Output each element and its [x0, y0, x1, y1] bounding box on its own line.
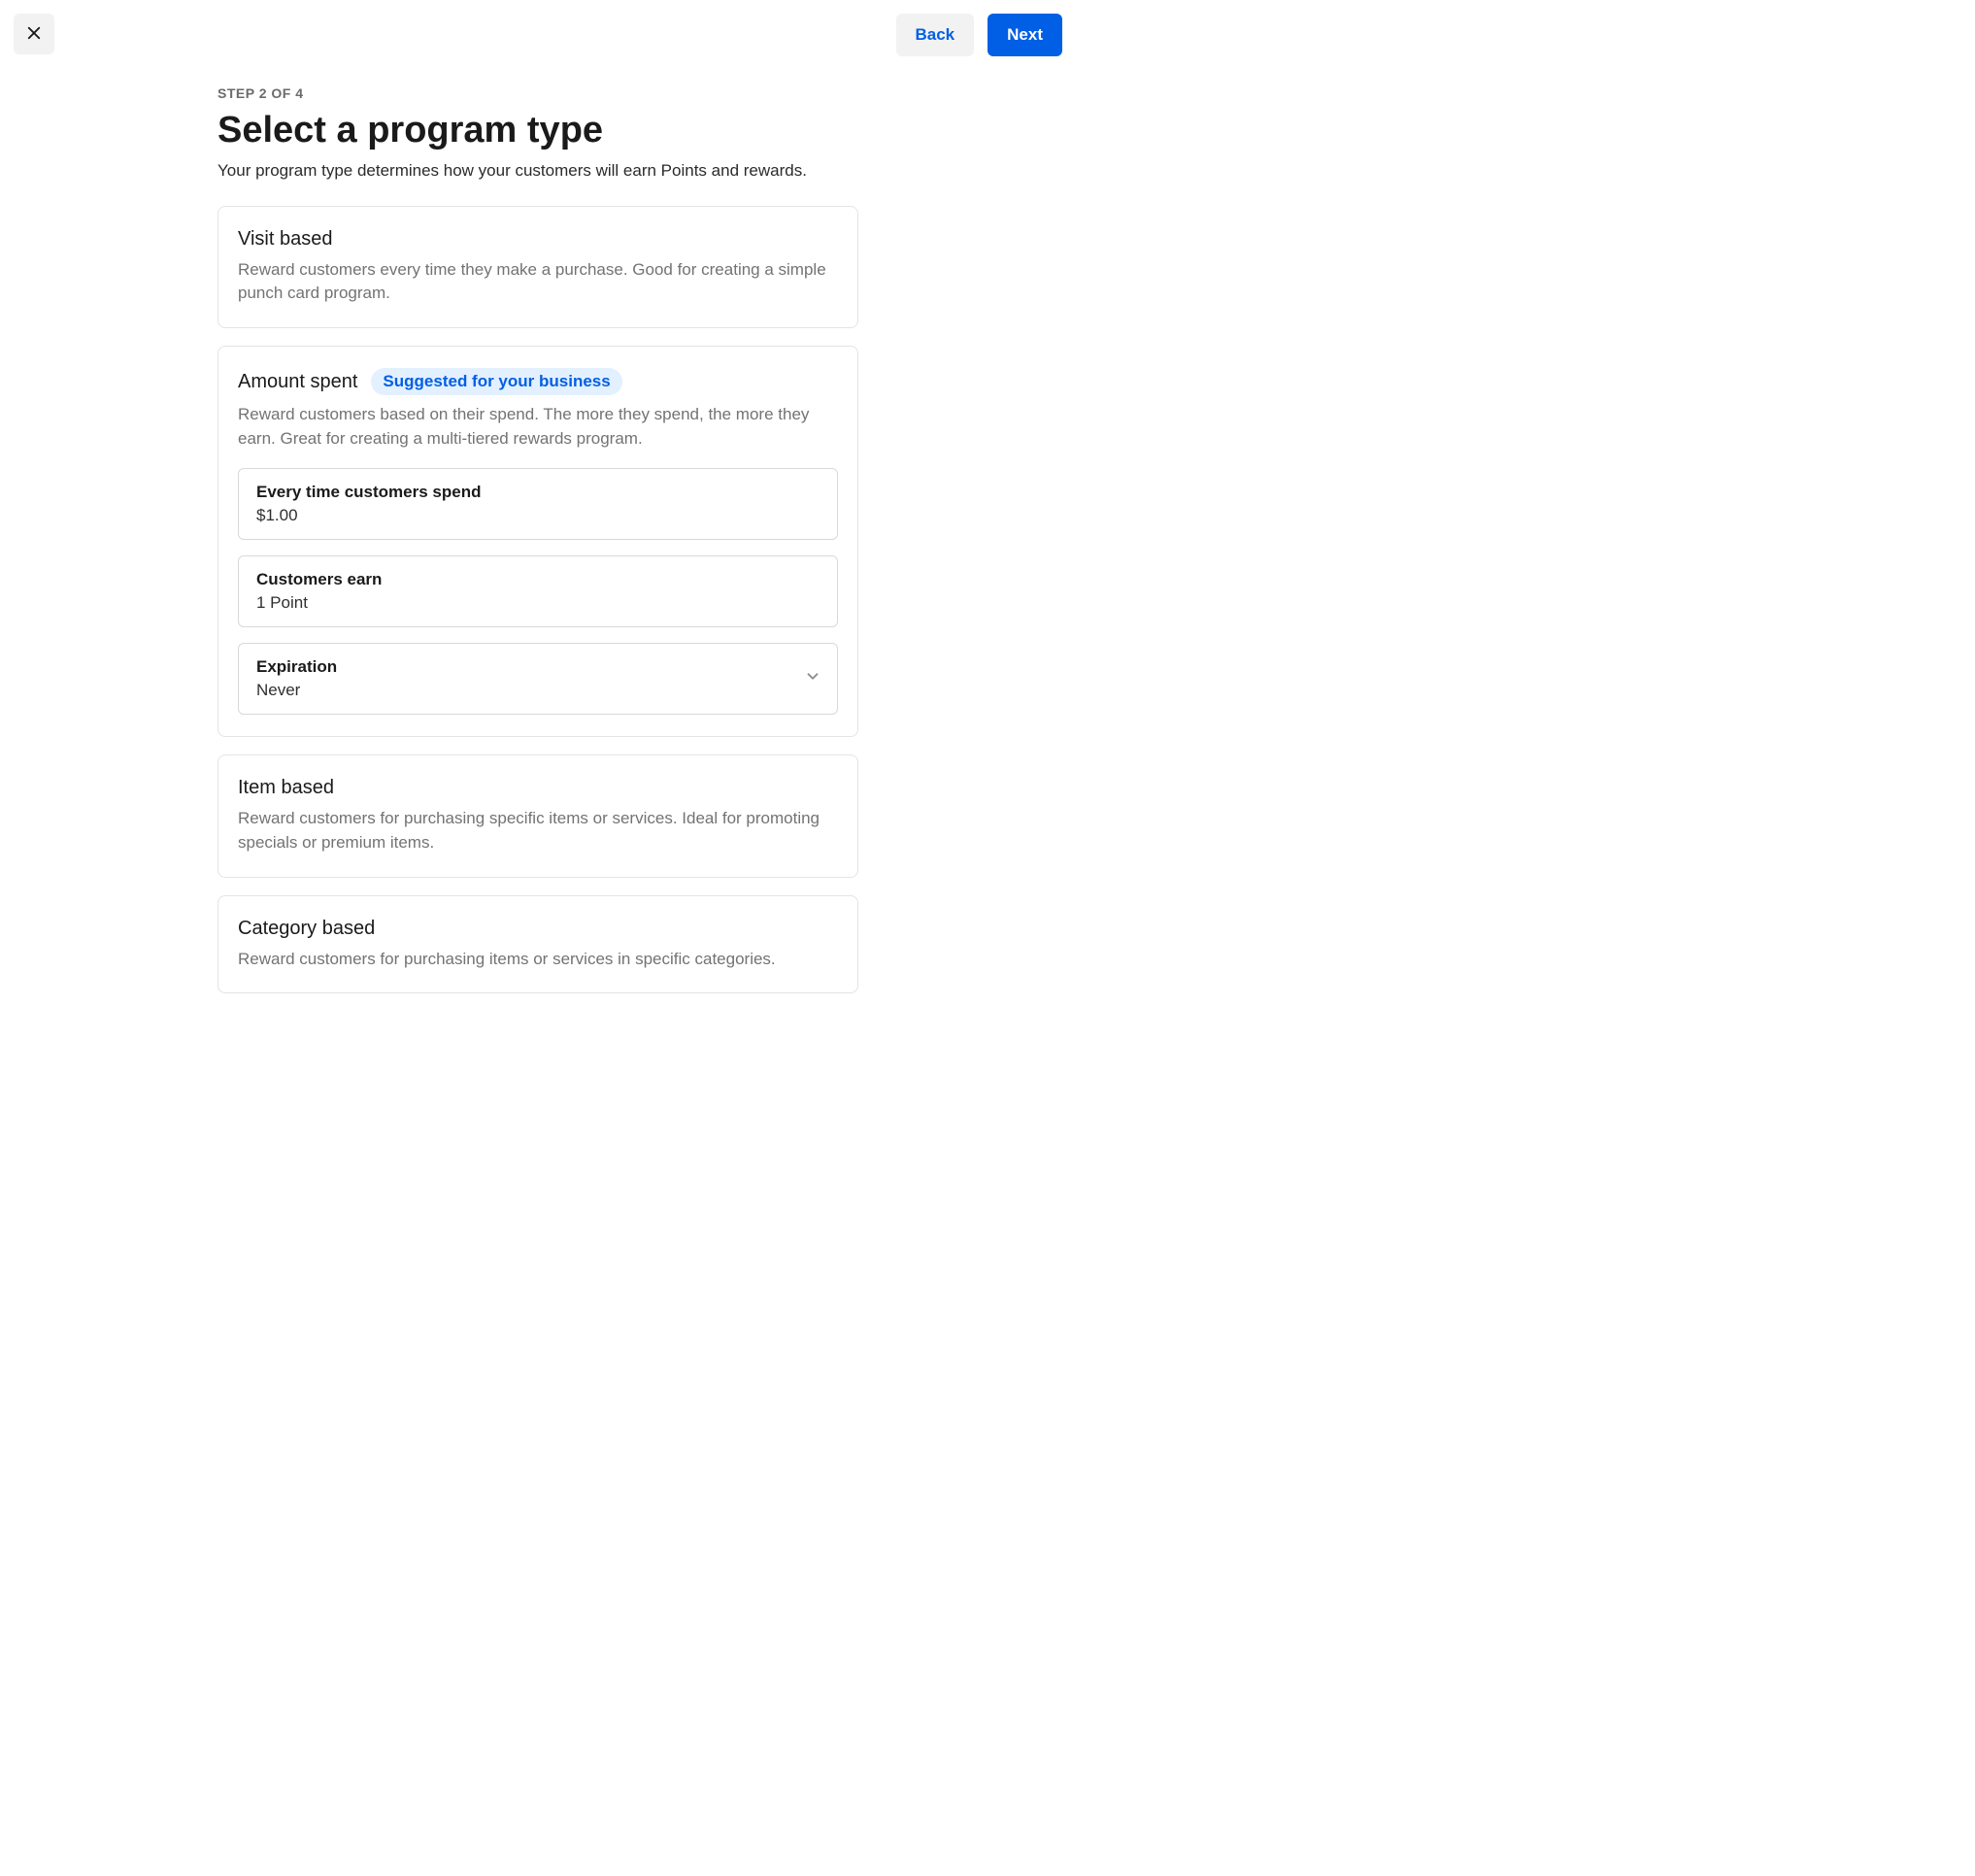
option-title: Item based: [238, 777, 334, 799]
field-label: Customers earn: [256, 570, 820, 589]
field-value: $1.00: [256, 506, 820, 525]
option-visit-based[interactable]: Visit based Reward customers every time …: [218, 206, 858, 328]
option-head: Category based: [238, 918, 838, 940]
option-head: Amount spent Suggested for your business: [238, 368, 838, 395]
customers-earn-field[interactable]: Customers earn 1 Point: [238, 555, 838, 627]
wizard-page: Back Next STEP 2 OF 4 Select a program t…: [0, 0, 1076, 1026]
suggested-badge: Suggested for your business: [371, 368, 621, 395]
option-title: Amount spent: [238, 371, 357, 393]
page-title: Select a program type: [218, 111, 858, 151]
option-head: Visit based: [238, 228, 838, 251]
option-title: Category based: [238, 918, 375, 940]
option-desc: Reward customers every time they make a …: [238, 258, 838, 306]
option-desc: Reward customers for purchasing specific…: [238, 807, 838, 854]
option-item-based[interactable]: Item based Reward customers for purchasi…: [218, 754, 858, 877]
page-subtitle: Your program type determines how your cu…: [218, 161, 858, 181]
field-value: 1 Point: [256, 593, 820, 613]
back-button[interactable]: Back: [896, 14, 975, 56]
option-head: Item based: [238, 777, 838, 799]
option-desc: Reward customers based on their spend. T…: [238, 403, 838, 451]
option-title: Visit based: [238, 228, 332, 251]
option-amount-spent[interactable]: Amount spent Suggested for your business…: [218, 346, 858, 737]
spend-threshold-field[interactable]: Every time customers spend $1.00: [238, 468, 838, 540]
close-button[interactable]: [14, 14, 54, 54]
chevron-down-icon: [804, 668, 821, 690]
header-bar: Back Next: [14, 14, 1062, 56]
close-icon: [25, 24, 43, 45]
option-category-based[interactable]: Category based Reward customers for purc…: [218, 895, 858, 994]
step-label: STEP 2 OF 4: [218, 85, 858, 101]
expiration-field[interactable]: Expiration Never: [238, 643, 838, 715]
option-desc: Reward customers for purchasing items or…: [238, 948, 838, 972]
amount-spent-fields: Every time customers spend $1.00 Custome…: [238, 468, 838, 715]
field-label: Expiration: [256, 657, 820, 677]
field-label: Every time customers spend: [256, 483, 820, 502]
field-value: Never: [256, 681, 820, 700]
header-actions: Back Next: [896, 14, 1063, 56]
wizard-content: STEP 2 OF 4 Select a program type Your p…: [218, 85, 858, 993]
next-button[interactable]: Next: [988, 14, 1062, 56]
